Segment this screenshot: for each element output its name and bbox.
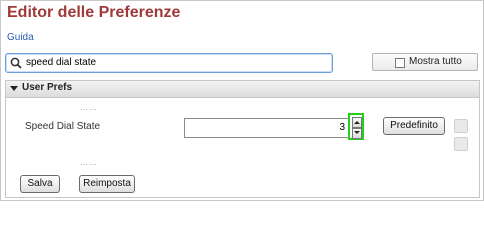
search-box[interactable] <box>5 53 333 73</box>
save-button[interactable]: Salva <box>20 175 60 193</box>
pref-label: Speed Dial State <box>25 121 101 132</box>
page-title: Editor delle Preferenze <box>7 4 181 21</box>
side-action-button-2[interactable] <box>454 137 468 151</box>
decrement-arrow-icon[interactable] <box>352 128 362 139</box>
section-title: User Prefs <box>22 82 73 93</box>
help-link[interactable]: Guida <box>7 32 34 43</box>
increment-arrow-icon[interactable] <box>352 117 362 128</box>
reset-button[interactable]: Reimposta <box>79 175 135 193</box>
pref-value-field[interactable]: 3 <box>184 118 350 138</box>
section-header[interactable]: User Prefs <box>6 81 479 98</box>
ellipsis-top: …… <box>80 103 98 112</box>
side-action-button-1[interactable] <box>454 119 468 133</box>
preferences-window: Editor delle Preferenze Guida Mostra tut… <box>0 0 484 201</box>
ellipsis-bottom: …… <box>80 158 98 167</box>
show-all-button[interactable]: Mostra tutto <box>372 53 478 71</box>
search-input[interactable] <box>26 55 326 70</box>
show-all-label: Mostra tutto <box>409 56 462 67</box>
value-spinner[interactable] <box>348 113 364 140</box>
default-button[interactable]: Predefinito <box>383 117 445 135</box>
pref-value: 3 <box>339 122 345 133</box>
search-icon <box>10 57 22 69</box>
collapse-triangle-icon[interactable] <box>10 86 18 91</box>
user-prefs-section: User Prefs …… Speed Dial State 3 Predefi… <box>5 80 480 198</box>
show-all-checkbox[interactable] <box>395 58 405 68</box>
